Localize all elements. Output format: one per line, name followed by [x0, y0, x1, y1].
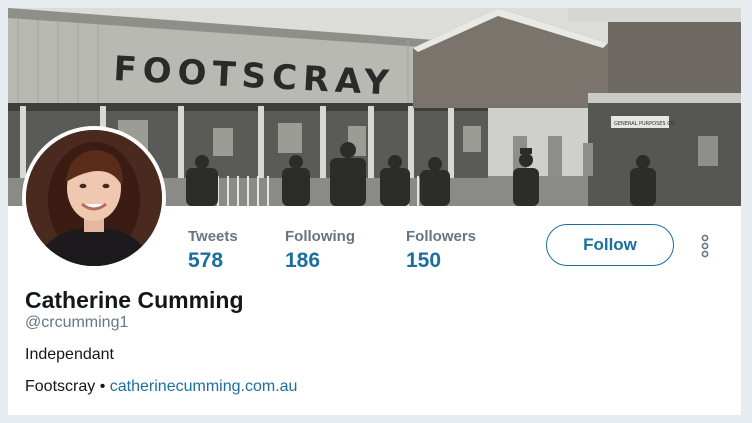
stat-followers-value: 150 — [406, 249, 442, 272]
stat-tweets-label: Tweets — [188, 228, 238, 245]
stat-following-value: 186 — [285, 249, 321, 272]
follow-button[interactable]: Follow — [546, 224, 674, 266]
stat-followers-label: Followers — [406, 228, 477, 245]
stat-tweets[interactable]: Tweets 578 — [188, 228, 238, 273]
profile-location: Footscray — [25, 378, 96, 395]
profile-name[interactable]: Catherine Cumming — [25, 287, 244, 314]
banner-small-sign: GENERAL PURPOSES CO. — [614, 121, 676, 127]
profile-avatar[interactable] — [22, 126, 166, 270]
profile-website-link[interactable]: catherinecumming.com.au — [110, 378, 298, 395]
profile-handle[interactable]: @crcumming1 — [25, 314, 128, 332]
vertical-dots-icon[interactable] — [698, 234, 712, 258]
profile-bio: Independant — [25, 346, 114, 363]
profile-meta: Footscray • catherinecumming.com.au — [25, 378, 297, 396]
stat-following[interactable]: Following 186 — [285, 228, 355, 273]
stat-following-label: Following — [285, 228, 355, 245]
stat-tweets-value: 578 — [188, 249, 224, 272]
profile-card: FOOTSCRAY GENERAL PURPOSES CO. Tweets 57… — [8, 8, 741, 415]
stat-followers[interactable]: Followers 150 — [406, 228, 476, 273]
meta-separator: • — [99, 378, 106, 395]
